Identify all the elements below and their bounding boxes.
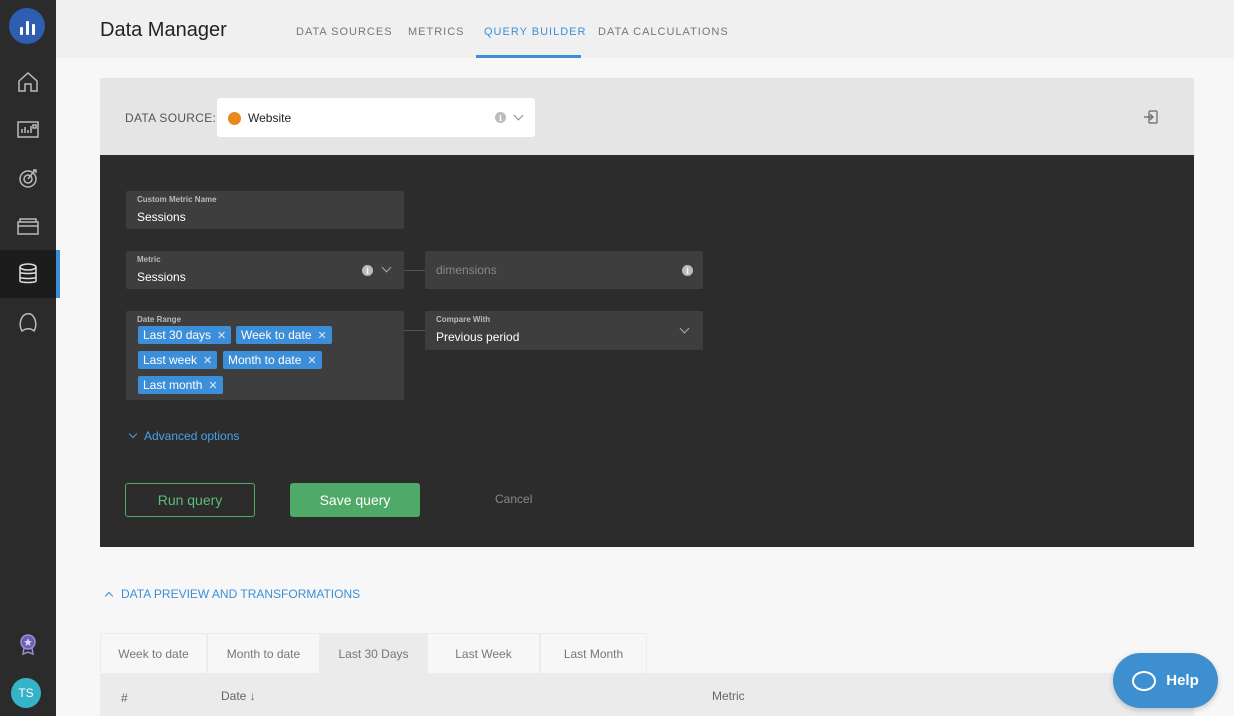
date-chip-label: Month to date	[228, 353, 302, 367]
remove-chip-icon[interactable]: ✕	[208, 379, 217, 392]
preview-tab-last-week[interactable]: Last Week	[427, 633, 540, 673]
compare-chevron-down-icon	[679, 323, 690, 334]
compare-with-label: Compare With	[436, 315, 491, 324]
header: Data Manager DATA SOURCES METRICS QUERY …	[56, 0, 1234, 58]
goals-icon[interactable]	[0, 154, 56, 202]
date-chip[interactable]: Last 30 days ✕	[138, 326, 232, 344]
preview-tab-last-30-days[interactable]: Last 30 Days	[320, 633, 427, 673]
remove-chip-icon[interactable]: ✕	[203, 354, 212, 367]
preview-tab-last-month[interactable]: Last Month	[540, 633, 647, 673]
connector-line	[404, 330, 425, 331]
app-logo-icon[interactable]	[9, 8, 45, 44]
compare-with-select[interactable]: Compare With Previous period	[425, 311, 703, 350]
tab-query-builder[interactable]: QUERY BUILDER	[484, 26, 586, 38]
custom-metric-name-label: Custom Metric Name	[137, 195, 217, 204]
hand-icon[interactable]	[0, 298, 56, 346]
tab-metrics[interactable]: METRICS	[408, 26, 465, 38]
chevron-down-icon	[128, 429, 138, 439]
advanced-options-toggle[interactable]: Advanced options	[128, 429, 240, 443]
data-preview-label: DATA PREVIEW AND TRANSFORMATIONS	[121, 587, 361, 601]
metric-chevron-down-icon	[381, 262, 392, 273]
folder-icon[interactable]	[0, 202, 56, 250]
tab-data-sources[interactable]: DATA SOURCES	[296, 26, 393, 38]
date-chip-label: Last week	[143, 353, 198, 367]
export-icon[interactable]	[1143, 109, 1159, 125]
dimensions-input[interactable]: dimensions i	[425, 251, 703, 289]
date-chip-label: Last 30 days	[143, 328, 212, 342]
date-chip-label: Last month	[143, 378, 203, 392]
date-chip-label: Week to date	[241, 328, 312, 342]
page-title: Data Manager	[100, 19, 227, 41]
metric-info-icon[interactable]: i	[362, 265, 373, 276]
remove-chip-icon[interactable]: ✕	[318, 329, 327, 342]
data-source-bar: DATA SOURCE: Website i	[100, 78, 1194, 155]
data-source-select[interactable]: Website i	[217, 98, 535, 137]
advanced-options-label: Advanced options	[144, 429, 240, 443]
avatar[interactable]: TS	[11, 678, 41, 708]
data-source-label: DATA SOURCE:	[125, 111, 217, 125]
help-button[interactable]: Help	[1113, 653, 1218, 708]
preview-tab-week-to-date[interactable]: Week to date	[100, 633, 207, 673]
run-query-button[interactable]: Run query	[125, 483, 255, 517]
date-chip[interactable]: Last week ✕	[138, 351, 218, 369]
data-source-value: Website	[248, 111, 292, 125]
column-index: #	[121, 691, 128, 705]
active-tab-indicator	[476, 55, 581, 58]
chevron-up-icon	[104, 591, 114, 601]
preview-tab-month-to-date[interactable]: Month to date	[207, 633, 320, 673]
compare-with-value: Previous period	[436, 330, 520, 344]
chevron-down-icon	[513, 110, 524, 121]
date-range-field[interactable]: Date Range Last 30 days ✕ Week to date ✕ L…	[126, 311, 404, 400]
data-preview-toggle[interactable]: DATA PREVIEW AND TRANSFORMATIONS	[104, 587, 361, 601]
database-icon[interactable]	[0, 250, 60, 298]
custom-metric-name-field[interactable]: Custom Metric Name Sessions	[126, 191, 404, 229]
date-chip[interactable]: Month to date ✕	[223, 351, 322, 369]
remove-chip-icon[interactable]: ✕	[307, 354, 316, 367]
chat-bubble-icon	[1132, 670, 1157, 691]
custom-metric-name-value: Sessions	[137, 210, 186, 224]
column-date[interactable]: Date ↓	[221, 689, 256, 703]
help-label: Help	[1166, 672, 1199, 689]
date-range-label: Date Range	[137, 315, 182, 324]
save-query-button[interactable]: Save query	[290, 483, 420, 517]
metric-select[interactable]: Metric Sessions i	[126, 251, 404, 289]
dimensions-placeholder: dimensions	[436, 263, 497, 277]
query-builder-panel: Custom Metric Name Sessions Metric Sessi…	[100, 155, 1194, 547]
info-icon[interactable]: i	[495, 112, 506, 123]
preview-table-header: # Date ↓ Metric	[100, 673, 1194, 716]
remove-chip-icon[interactable]: ✕	[217, 329, 226, 342]
column-metric: Metric	[712, 689, 745, 703]
dashboard-icon[interactable]	[0, 106, 56, 154]
date-chip[interactable]: Last month ✕	[138, 376, 223, 394]
source-logo-icon	[228, 112, 241, 125]
dimensions-info-icon[interactable]: i	[682, 265, 693, 276]
metric-value: Sessions	[137, 270, 186, 284]
sidebar: TS	[0, 0, 60, 716]
award-icon[interactable]	[0, 620, 56, 668]
cancel-button[interactable]: Cancel	[495, 492, 532, 506]
home-icon[interactable]	[0, 58, 56, 106]
tab-data-calculations[interactable]: DATA CALCULATIONS	[598, 26, 729, 38]
date-chip[interactable]: Week to date ✕	[236, 326, 332, 344]
metric-label: Metric	[137, 255, 161, 264]
connector-line	[404, 270, 425, 271]
